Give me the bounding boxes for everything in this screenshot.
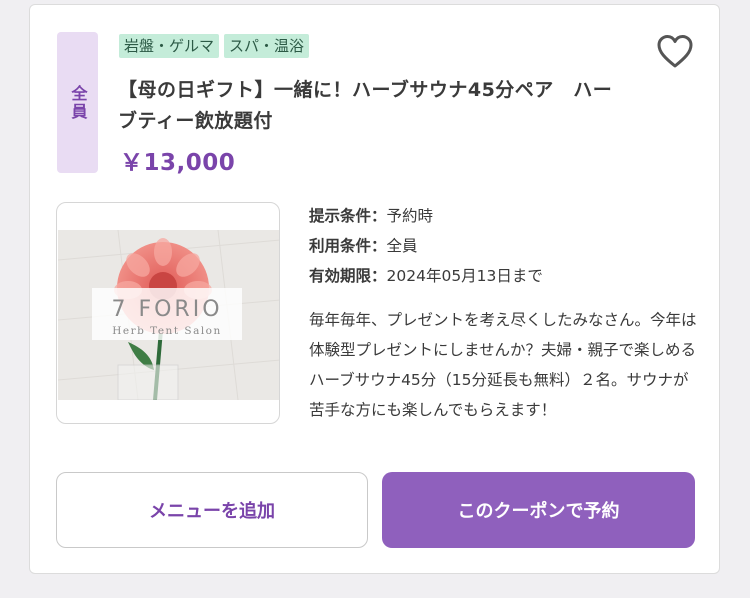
condition-value: 2024年05月13日まで: [386, 267, 543, 285]
heart-icon[interactable]: [655, 32, 695, 72]
target-badge-label: 全員: [68, 84, 88, 121]
category-tags: 岩盤・ゲルマ スパ・温浴: [119, 34, 310, 58]
condition-row: 利用条件：全員: [309, 231, 543, 261]
category-tag: スパ・温浴: [224, 34, 310, 58]
reserve-coupon-button[interactable]: このクーポンで予約: [382, 472, 695, 548]
condition-label: 提示条件：: [309, 207, 387, 225]
add-menu-button[interactable]: メニューを追加: [56, 472, 368, 548]
coupon-description: 毎年毎年、プレゼントを考え尽くしたみなさん。今年は体験型プレゼントにしませんか？…: [309, 311, 697, 419]
category-tag: 岩盤・ゲルマ: [119, 34, 220, 58]
coupon-conditions: 提示条件：予約時 利用条件：全員 有効期限：2024年05月13日まで: [309, 201, 543, 291]
condition-value: 全員: [386, 237, 418, 255]
condition-label: 有効期限：: [309, 267, 387, 285]
coupon-card: 全員 岩盤・ゲルマ スパ・温浴 【母の日ギフト】一緒に！ハーブサウナ45分ペア …: [29, 4, 720, 574]
target-badge: 全員: [57, 32, 98, 173]
logo-subtext: Herb Tent Salon: [112, 325, 222, 337]
coupon-price: ￥13,000: [120, 150, 236, 176]
coupon-image: 7 FORIO Herb Tent Salon: [56, 202, 280, 424]
condition-label: 利用条件：: [309, 237, 387, 255]
logo-text: 7 FORIO: [111, 297, 222, 322]
condition-value: 予約時: [386, 207, 434, 225]
condition-row: 提示条件：予約時: [309, 201, 543, 231]
condition-row: 有効期限：2024年05月13日まで: [309, 261, 543, 291]
coupon-title: 【母の日ギフト】一緒に！ハーブサウナ45分ペア ハーブティー飲放題付: [118, 79, 613, 132]
